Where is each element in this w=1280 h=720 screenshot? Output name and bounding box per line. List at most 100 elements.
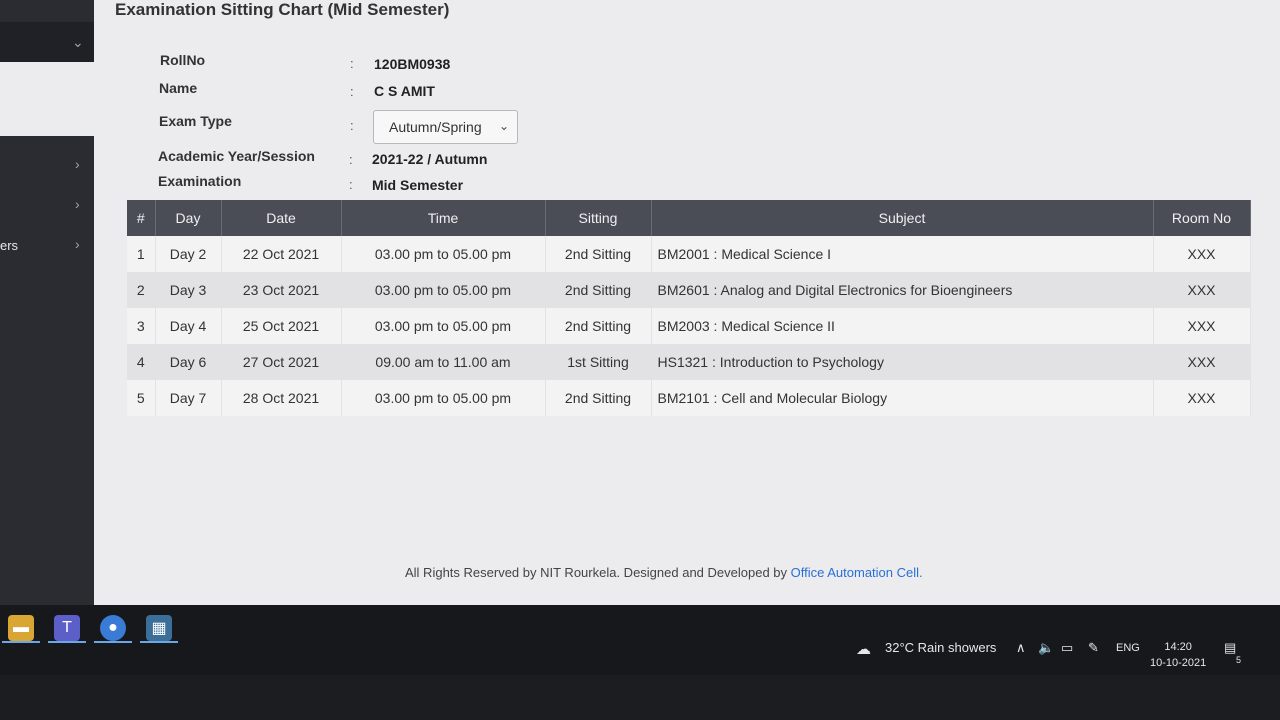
header-time: Time bbox=[341, 200, 546, 236]
colon: : bbox=[350, 56, 354, 71]
sidebar-menu-header[interactable]: ⌄ bbox=[0, 22, 94, 62]
cell-subject: BM2001 : Medical Science I bbox=[651, 236, 1154, 272]
cell-sitting: 1st Sitting bbox=[545, 344, 652, 380]
cell-sitting: 2nd Sitting bbox=[545, 272, 652, 308]
taskbar: ▬ T ● ▦ ☁ 32°C Rain showers ∧ 🔈 ▭ ✎ ENG … bbox=[0, 605, 1280, 675]
active-indicator bbox=[94, 641, 132, 643]
cell-room: XXX bbox=[1153, 344, 1251, 380]
page-title: Examination Sitting Chart (Mid Semester) bbox=[115, 0, 450, 19]
chevron-right-icon[interactable]: › bbox=[75, 196, 80, 212]
sidebar-item-label[interactable]: ers bbox=[0, 238, 18, 253]
exam-type-selected: Autumn/Spring bbox=[389, 119, 482, 135]
chevron-right-icon[interactable]: › bbox=[75, 156, 80, 172]
active-indicator bbox=[140, 641, 178, 643]
network-icon[interactable]: ▭ bbox=[1061, 640, 1073, 656]
header-room: Room No bbox=[1153, 200, 1251, 236]
cell-subject: BM2601 : Analog and Digital Electronics … bbox=[651, 272, 1154, 308]
chevron-down-icon[interactable]: ⌄ bbox=[72, 34, 84, 51]
header-index: # bbox=[127, 200, 156, 236]
notification-icon[interactable]: ▤ bbox=[1224, 640, 1236, 656]
cell-day: Day 4 bbox=[155, 308, 222, 344]
language-indicator[interactable]: ENG bbox=[1116, 642, 1140, 654]
cell-date: 23 Oct 2021 bbox=[221, 272, 342, 308]
cell-date: 22 Oct 2021 bbox=[221, 236, 342, 272]
cell-room: XXX bbox=[1153, 272, 1251, 308]
table-row: 2 Day 3 23 Oct 2021 03.00 pm to 05.00 pm… bbox=[127, 272, 1251, 308]
colon: : bbox=[350, 118, 354, 133]
cell-index: 4 bbox=[127, 344, 156, 380]
footer-link[interactable]: Office Automation Cell. bbox=[791, 565, 923, 580]
clock[interactable]: 14:20 10-10-2021 bbox=[1150, 639, 1206, 671]
notification-count: 5 bbox=[1236, 655, 1242, 665]
cell-room: XXX bbox=[1153, 308, 1251, 344]
sidebar-active-panel bbox=[0, 62, 94, 136]
footer: All Rights Reserved by NIT Rourkela. Des… bbox=[405, 565, 923, 580]
session-label: Academic Year/Session bbox=[158, 148, 315, 164]
cell-time: 09.00 am to 11.00 am bbox=[341, 344, 546, 380]
header-day: Day bbox=[155, 200, 222, 236]
weather-cloud-icon[interactable]: ☁ bbox=[856, 640, 871, 658]
cell-index: 1 bbox=[127, 236, 156, 272]
calculator-icon[interactable]: ▦ bbox=[146, 615, 172, 641]
cell-sitting: 2nd Sitting bbox=[545, 380, 652, 416]
examination-label: Examination bbox=[158, 173, 242, 189]
cell-subject: HS1321 : Introduction to Psychology bbox=[651, 344, 1154, 380]
active-indicator bbox=[2, 641, 40, 643]
chevron-right-icon[interactable]: › bbox=[75, 236, 80, 252]
cell-time: 03.00 pm to 05.00 pm bbox=[341, 272, 546, 308]
cell-sitting: 2nd Sitting bbox=[545, 308, 652, 344]
colon: : bbox=[349, 152, 353, 167]
cell-sitting: 2nd Sitting bbox=[545, 236, 652, 272]
table-row: 4 Day 6 27 Oct 2021 09.00 am to 11.00 am… bbox=[127, 344, 1251, 380]
weather-text[interactable]: 32°C Rain showers bbox=[885, 640, 996, 655]
cell-index: 2 bbox=[127, 272, 156, 308]
cell-date: 28 Oct 2021 bbox=[221, 380, 342, 416]
file-explorer-icon[interactable]: ▬ bbox=[8, 615, 34, 641]
cell-date: 27 Oct 2021 bbox=[221, 344, 342, 380]
cell-day: Day 2 bbox=[155, 236, 222, 272]
cell-time: 03.00 pm to 05.00 pm bbox=[341, 236, 546, 272]
browser-icon[interactable]: ● bbox=[100, 615, 126, 641]
footer-text: All Rights Reserved by NIT Rourkela. Des… bbox=[405, 565, 791, 580]
clock-date: 10-10-2021 bbox=[1150, 657, 1207, 669]
rollno-value: 120BM0938 bbox=[374, 56, 451, 72]
cell-index: 3 bbox=[127, 308, 156, 344]
cell-time: 03.00 pm to 05.00 pm bbox=[341, 308, 546, 344]
header-date: Date bbox=[221, 200, 342, 236]
teams-icon[interactable]: T bbox=[54, 615, 80, 641]
name-label: Name bbox=[159, 80, 198, 96]
sitting-chart-table: # Day Date Time Sitting Subject Room No … bbox=[127, 200, 1251, 416]
cell-subject: BM2003 : Medical Science II bbox=[651, 308, 1154, 344]
pen-icon[interactable]: ✎ bbox=[1088, 640, 1099, 656]
active-indicator bbox=[48, 641, 86, 643]
exam-type-select[interactable]: Autumn/Spring ⌄ bbox=[373, 110, 518, 144]
rollno-label: RollNo bbox=[160, 52, 206, 68]
name-value: C S AMIT bbox=[374, 83, 435, 99]
session-value: 2021-22 / Autumn bbox=[372, 151, 488, 167]
cell-room: XXX bbox=[1153, 380, 1251, 416]
cell-day: Day 3 bbox=[155, 272, 222, 308]
cell-index: 5 bbox=[127, 380, 156, 416]
cell-day: Day 7 bbox=[155, 380, 222, 416]
exam-type-label: Exam Type bbox=[159, 113, 232, 129]
volume-icon[interactable]: 🔈 bbox=[1038, 640, 1054, 656]
cell-room: XXX bbox=[1153, 236, 1251, 272]
table-row: 5 Day 7 28 Oct 2021 03.00 pm to 05.00 pm… bbox=[127, 380, 1251, 416]
header-sitting: Sitting bbox=[545, 200, 652, 236]
cell-day: Day 6 bbox=[155, 344, 222, 380]
cell-time: 03.00 pm to 05.00 pm bbox=[341, 380, 546, 416]
sidebar: ⌄ › › ers › bbox=[0, 0, 94, 605]
header-subject: Subject bbox=[651, 200, 1154, 236]
cell-subject: BM2101 : Cell and Molecular Biology bbox=[651, 380, 1154, 416]
chevron-up-icon[interactable]: ∧ bbox=[1016, 640, 1026, 656]
colon: : bbox=[350, 84, 354, 99]
clock-time: 14:20 bbox=[1164, 641, 1192, 653]
table-header-row: # Day Date Time Sitting Subject Room No bbox=[127, 200, 1251, 236]
examination-value: Mid Semester bbox=[372, 177, 464, 193]
table-row: 1 Day 2 22 Oct 2021 03.00 pm to 05.00 pm… bbox=[127, 236, 1251, 272]
chevron-down-icon: ⌄ bbox=[498, 119, 509, 133]
table-row: 3 Day 4 25 Oct 2021 03.00 pm to 05.00 pm… bbox=[127, 308, 1251, 344]
cell-date: 25 Oct 2021 bbox=[221, 308, 342, 344]
browser-screen: ⌄ › › ers › Examination Sitting Chart (M… bbox=[0, 0, 1280, 620]
colon: : bbox=[349, 177, 353, 192]
